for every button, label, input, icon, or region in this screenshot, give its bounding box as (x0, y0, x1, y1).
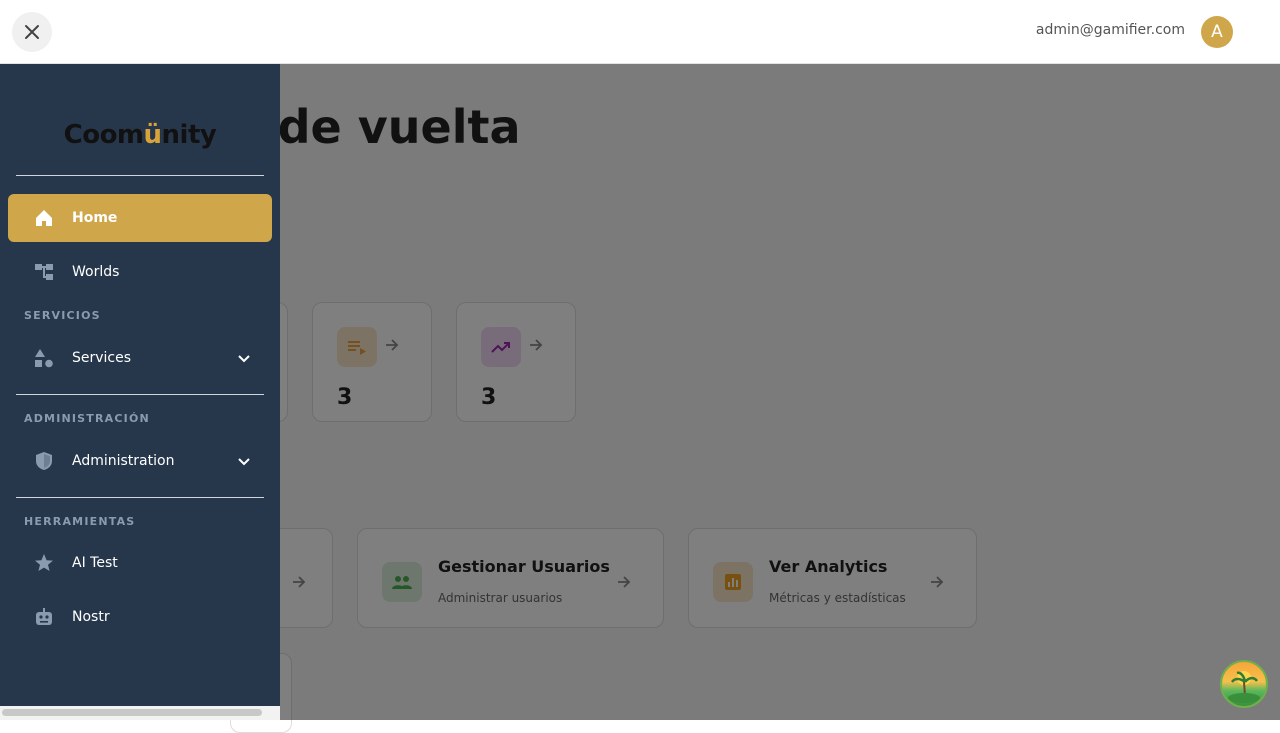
chevron-down-icon (238, 355, 250, 363)
sidebar-item-nostr[interactable]: Nostr (8, 593, 272, 641)
robot-icon (32, 605, 56, 629)
sidebar-drawer: Coomünity Home Worlds SERVICIOS Services… (0, 64, 280, 720)
section-label: HERRAMIENTAS (24, 515, 136, 528)
close-drawer-button[interactable] (12, 12, 52, 52)
close-icon (25, 25, 39, 39)
sidebar-item-ai-test[interactable]: AI Test (8, 539, 272, 587)
sidebar-item-home[interactable]: Home (8, 194, 272, 242)
top-bar: admin@gamifier.com A (0, 0, 1280, 64)
shield-icon (32, 449, 56, 473)
sidebar-item-label: Administration (72, 453, 175, 469)
account-tree-icon (32, 260, 56, 284)
divider (16, 175, 264, 176)
divider (16, 497, 264, 498)
section-label: ADMINISTRACIÓN (24, 412, 150, 425)
sidebar-item-label: Nostr (72, 609, 110, 625)
section-label: SERVICIOS (24, 309, 101, 322)
sidebar-item-administration[interactable]: Administration (8, 437, 272, 485)
logo: Coomünity (63, 120, 217, 150)
category-icon (32, 346, 56, 370)
horizontal-scrollbar[interactable] (2, 709, 262, 716)
user-email: admin@gamifier.com (1035, 22, 1185, 38)
divider (16, 394, 264, 395)
star-icon (32, 551, 56, 575)
avatar[interactable]: A (1201, 16, 1233, 48)
sidebar-item-services[interactable]: Services (8, 334, 272, 382)
sidebar-item-worlds[interactable]: Worlds (8, 248, 272, 296)
sidebar-item-label: Services (72, 350, 132, 366)
palm-island-icon (1228, 671, 1260, 703)
island-avatar-button[interactable] (1220, 660, 1268, 708)
chevron-down-icon (238, 458, 250, 466)
sidebar-item-label: AI Test (72, 555, 118, 571)
home-icon (32, 206, 56, 230)
sidebar-item-label: Home (72, 210, 118, 226)
sidebar-item-label: Worlds (72, 264, 120, 280)
